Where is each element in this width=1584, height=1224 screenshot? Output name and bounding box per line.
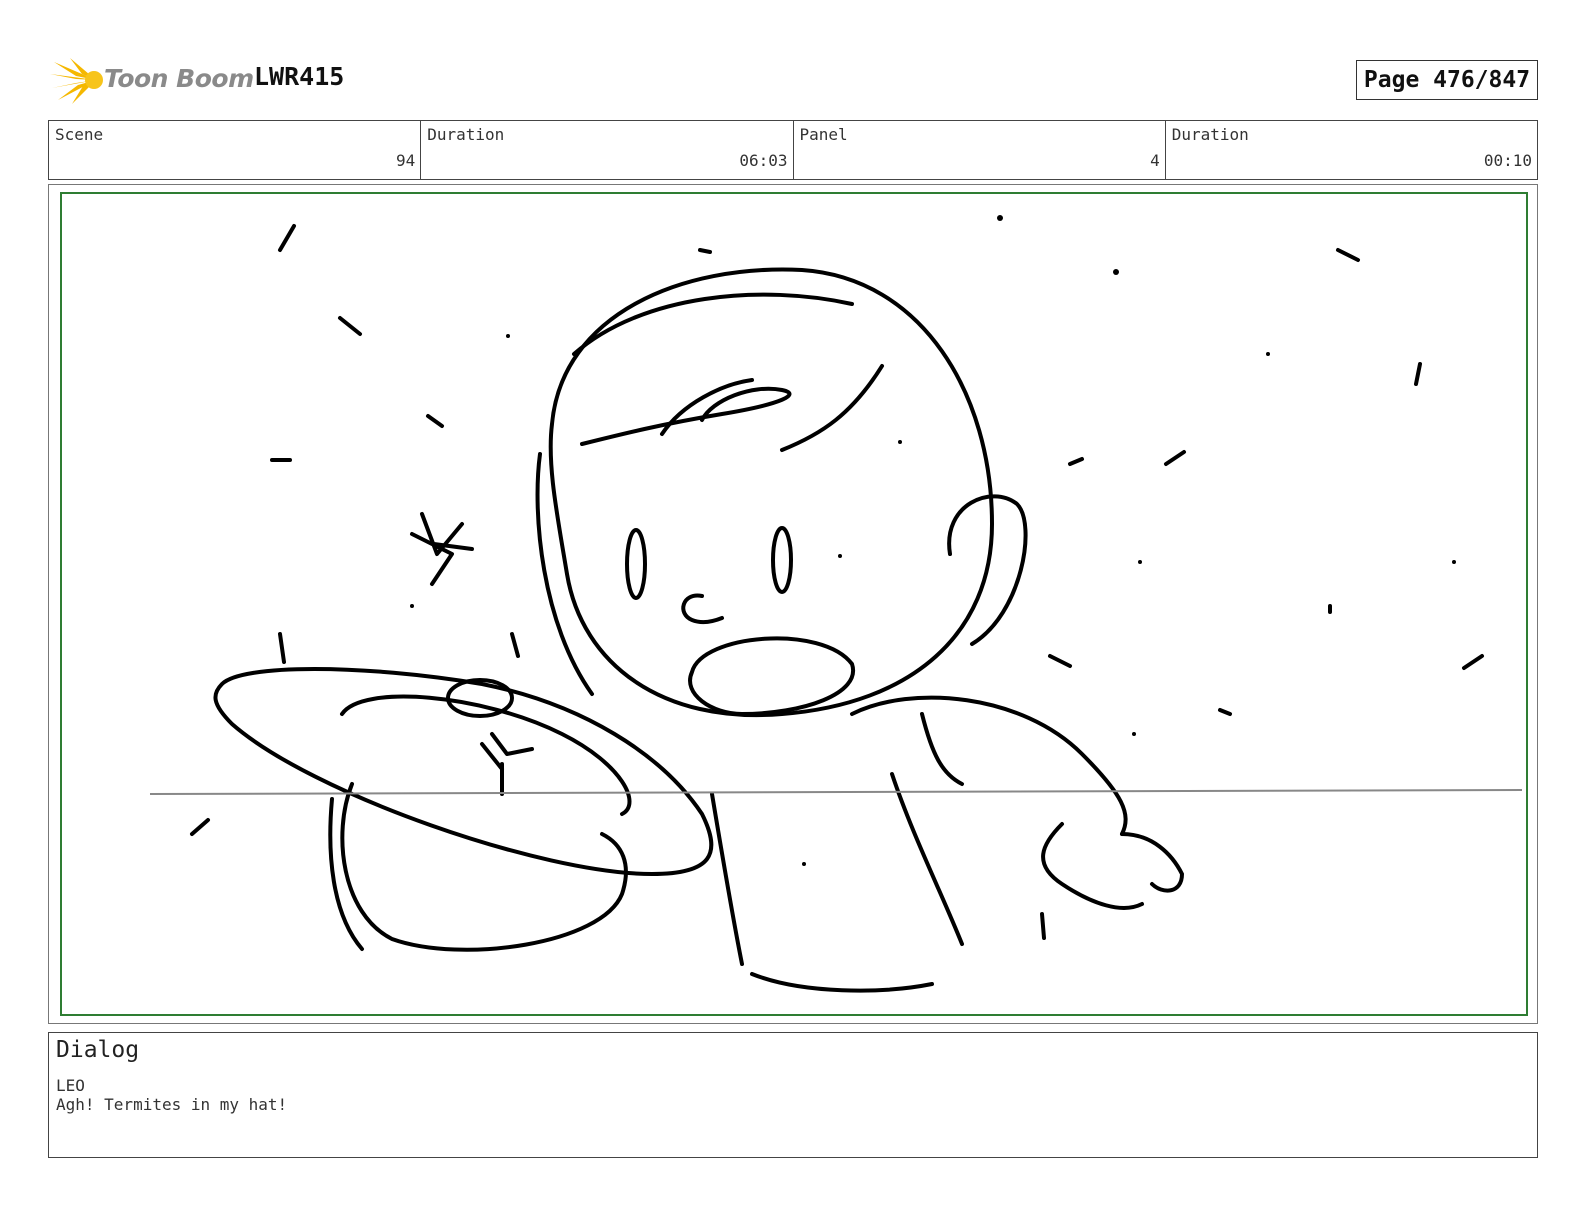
panel-duration-label: Duration — [1171, 125, 1249, 144]
scene-duration-value: 06:03 — [739, 151, 788, 170]
storyboard-sketch — [149, 215, 1523, 993]
dialog-box: Dialog LEO Agh! Termites in my hat! — [48, 1032, 1538, 1158]
dialog-character: LEO — [56, 1076, 85, 1095]
panel-image — [60, 192, 1528, 1016]
scene-duration-label: Duration — [427, 125, 505, 144]
logo-text: Toon Boom — [104, 64, 254, 93]
panel-cell: Panel 4 — [794, 121, 1166, 179]
panel-info-row: Scene 94 Duration 06:03 Panel 4 Duration… — [48, 120, 1538, 180]
panel-duration-value: 00:10 — [1483, 151, 1532, 170]
dialog-heading: Dialog — [56, 1037, 140, 1063]
starburst-icon — [50, 58, 103, 104]
project-code: LWR415 — [254, 62, 345, 91]
scene-label: Scene — [55, 125, 104, 144]
dialog-line: Agh! Termites in my hat! — [56, 1095, 288, 1114]
scene-cell: Scene 94 — [49, 121, 422, 179]
scene-value: 94 — [395, 151, 416, 170]
panel-value: 4 — [1150, 151, 1160, 170]
panel-duration-cell: Duration 00:10 — [1166, 121, 1537, 179]
scene-duration-cell: Duration 06:03 — [421, 121, 794, 179]
page-number: Page 476/847 — [1356, 60, 1538, 100]
panel-label: Panel — [799, 125, 848, 144]
